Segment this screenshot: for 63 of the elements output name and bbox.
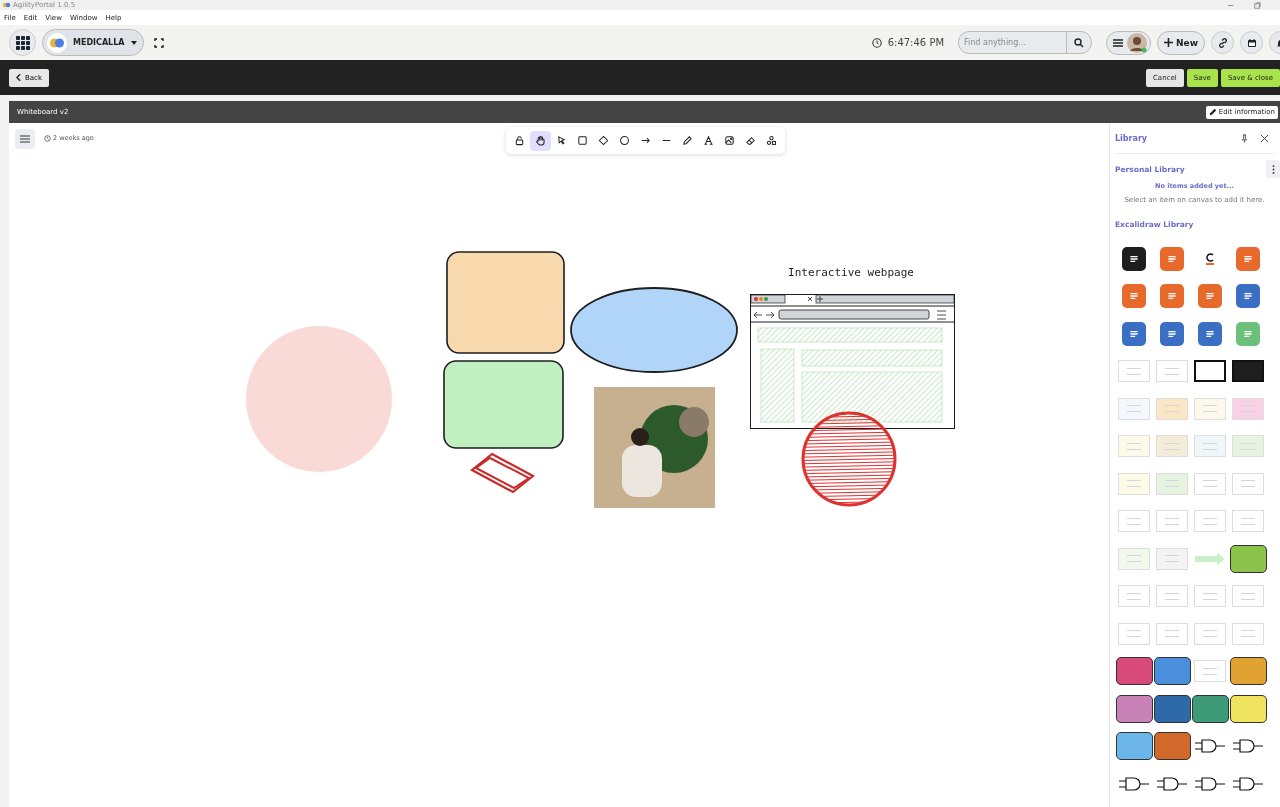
link-button[interactable] [1211,31,1234,54]
menu-icon [20,135,30,143]
logic-gate-icon[interactable] [1195,776,1225,791]
text-icon [703,135,714,146]
more-icon [1271,164,1275,174]
library-item[interactable] [1115,694,1153,723]
avatar-icon [1127,32,1148,53]
search-icon[interactable] [1074,37,1085,48]
lock-icon [514,135,525,146]
calendar-button[interactable] [1240,31,1263,54]
library-item[interactable] [1122,246,1146,271]
ellipse-icon [619,135,630,146]
library-item[interactable] [1115,657,1153,686]
library-item[interactable] [1191,694,1229,723]
diamond-icon [598,135,609,146]
canvas-text: Interactive webpage [787,266,915,281]
new-button[interactable]: New [1157,30,1205,55]
shapes-icon [766,135,777,146]
clock-icon [871,37,882,48]
grid-icon [15,35,30,50]
library-title: Library [1115,133,1148,143]
logic-gate-icon[interactable] [1119,776,1149,791]
restore-icon[interactable] [1253,0,1262,10]
user-menu-button[interactable] [1106,30,1152,55]
library-item[interactable] [1153,732,1191,761]
pencil-icon [682,135,693,146]
organization-button[interactable]: MEDICALLA [42,29,144,56]
clock-time: 6:47:46 PM [887,37,945,48]
caret-icon [130,40,137,45]
logic-gate-icon[interactable] [1195,739,1225,754]
pin-icon[interactable] [1240,133,1249,143]
logic-gate-icon[interactable] [1233,776,1263,791]
fullscreen-icon[interactable] [153,37,164,48]
image-icon [724,135,735,146]
arrow-icon [640,135,651,146]
logic-gate-icon[interactable] [1233,739,1263,754]
canvas-menu-button[interactable] [15,129,35,149]
close-icon[interactable] [1260,133,1269,143]
search-field[interactable]: Find anything... [958,31,1093,54]
plus-icon [1164,38,1174,47]
library-item[interactable] [1229,657,1267,686]
library-item[interactable] [1232,360,1264,383]
library-item[interactable] [1153,694,1191,723]
logic-gate-icon[interactable] [1157,776,1187,791]
pointer-icon [556,135,567,146]
link-icon [1217,37,1228,48]
calendar-icon [1246,37,1257,48]
apps-button[interactable] [9,29,36,56]
library-item[interactable] [1194,360,1226,383]
library-item[interactable] [1229,694,1267,723]
library-item[interactable] [1115,732,1153,761]
app-logo-icon [2,2,11,8]
hand-icon [535,135,546,146]
library-item[interactable] [1229,544,1267,573]
chevron-left-icon [16,74,21,81]
menu-icon [1113,38,1124,47]
rectangle-icon [577,135,588,146]
hand-tool[interactable] [530,130,551,151]
eraser-icon [745,135,756,146]
organization-logo-icon [47,32,67,53]
clock-icon [44,134,51,142]
pencil-icon [1208,108,1217,116]
library-item[interactable] [1153,657,1191,686]
